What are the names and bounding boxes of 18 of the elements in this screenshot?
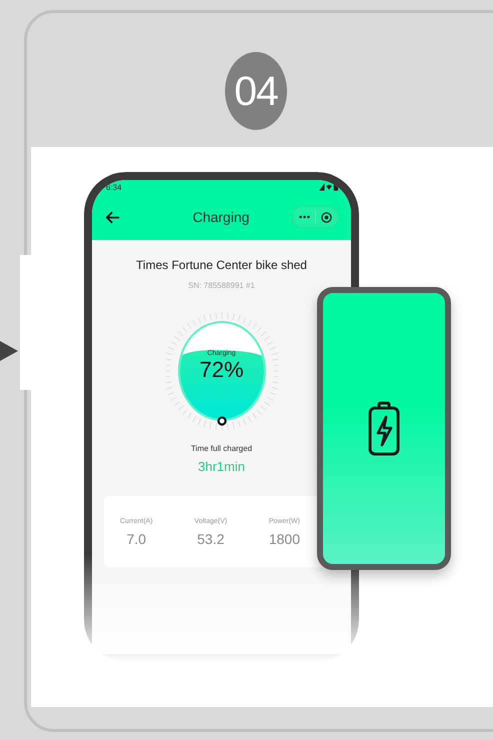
back-arrow-icon[interactable] <box>106 210 120 224</box>
screen-title: Charging <box>192 209 250 225</box>
remaining-label: Time full charged <box>190 444 252 453</box>
more-icon[interactable] <box>299 215 310 219</box>
battery-charging-icon <box>367 400 401 456</box>
status-time: 6:34 <box>106 182 122 192</box>
status-icons <box>319 183 339 191</box>
menu-capsule[interactable] <box>292 206 339 228</box>
serial-number: SN: 785588991 #1 <box>188 281 255 290</box>
station-name: Times Fortune Center bike shed <box>136 258 307 272</box>
remaining-time: 3hr1min <box>198 459 245 474</box>
arrow-icon <box>0 341 18 361</box>
stat-value: 1800 <box>268 531 300 547</box>
step-number: 04 <box>225 52 287 130</box>
stat-value: 7.0 <box>126 531 146 547</box>
charge-percent: 72% <box>199 356 244 382</box>
stat-value: 53.2 <box>197 531 224 547</box>
close-target-icon[interactable] <box>321 212 332 222</box>
